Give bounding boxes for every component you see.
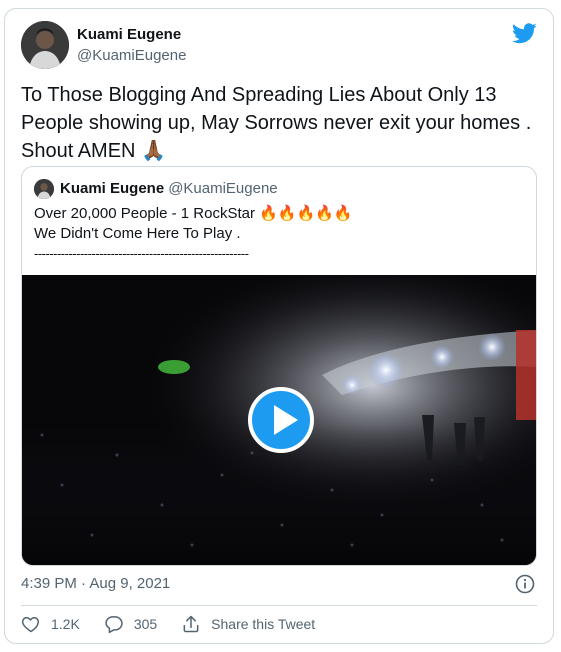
like-count: 1.2K [51,616,80,632]
twitter-bird-icon[interactable] [512,23,537,44]
info-icon[interactable] [515,574,535,594]
quoted-tweet[interactable]: Kuami Eugene @KuamiEugene Over 20,000 Peo… [21,166,537,566]
tweet-card[interactable]: Kuami Eugene @KuamiEugene To Those Blogg… [4,8,554,644]
reply-button[interactable]: 305 [104,614,157,634]
quoted-author-name: Kuami Eugene [60,180,165,197]
tweet-text-line: People showing up, May Sorrows never exi… [21,112,532,134]
author-avatar[interactable] [21,21,69,69]
share-label: Share this Tweet [211,616,316,632]
quoted-avatar [34,179,54,199]
comment-icon [105,616,123,634]
tweet-timestamp[interactable]: 4:39 PM · Aug 9, 2021 [21,574,170,594]
action-bar: 1.2K 305 Share this Tweet [21,614,339,634]
author-name[interactable]: Kuami Eugene [77,25,186,45]
tweet-text-line: To Those Blogging And Spreading Lies Abo… [21,84,497,106]
quoted-author-handle: @KuamiEugene [168,180,278,197]
quoted-text-line: Over 20,000 People - 1 RockStar 🔥🔥🔥🔥🔥 [34,205,353,222]
like-button[interactable]: 1.2K [21,614,80,634]
play-button[interactable] [248,387,314,453]
quoted-text: Over 20,000 People - 1 RockStar 🔥🔥🔥🔥🔥 We… [34,204,524,264]
author-handle[interactable]: @KuamiEugene [77,46,186,66]
video-thumbnail[interactable] [22,275,536,565]
share-button[interactable]: Share this Tweet [181,614,315,634]
tweet-text-line: Shout AMEN 🙏🏾 [21,140,166,162]
share-icon [183,615,199,633]
quoted-text-divider: ----------------------------------------… [34,246,249,261]
heart-icon [21,617,39,633]
play-icon [274,405,298,435]
divider [21,605,537,606]
reply-count: 305 [133,616,158,632]
quoted-text-line: We Didn't Come Here To Play . [34,225,241,242]
tweet-text: To Those Blogging And Spreading Lies Abo… [21,81,541,165]
